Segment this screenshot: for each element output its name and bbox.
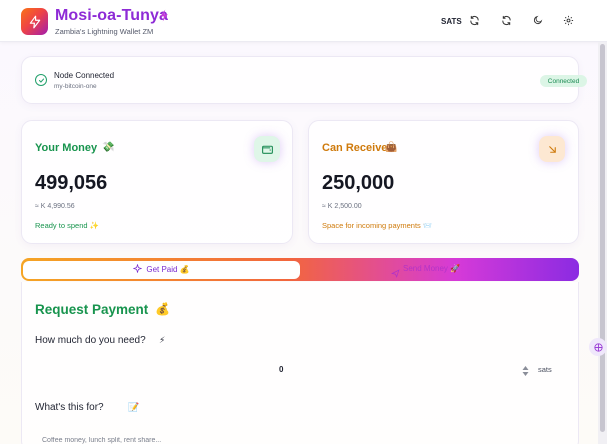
description-input[interactable] <box>35 428 567 444</box>
payment-tabs: Get Paid 💰 Send Money 🚀 <box>21 258 579 281</box>
amount-emoji: ⚡ <box>159 335 166 345</box>
balance-card: Your Money 💸 499,056 ≈ K 4,990.56 Ready … <box>21 120 293 244</box>
app-title: Mosi-oa-Tunya <box>55 7 169 24</box>
receive-fiat: ≈ K 2,500.00 <box>322 203 362 210</box>
wallet-icon <box>254 136 280 162</box>
moon-icon[interactable] <box>532 14 544 26</box>
memo-emoji: 📝 <box>128 402 140 412</box>
balance-label: Your Money <box>35 142 98 154</box>
receive-emoji: 👜 <box>385 142 398 153</box>
request-payment-form: Request Payment 💰 How much do you need? … <box>21 282 579 444</box>
receive-note: Space for incoming payments 📨 <box>322 221 433 230</box>
sync-icon[interactable] <box>500 14 512 26</box>
refresh-icon[interactable] <box>468 14 480 26</box>
top-bar: Mosi-oa-Tunya Zambia's Lightning Wallet … <box>0 0 607 42</box>
node-name: my-bitcoin-one <box>54 83 97 90</box>
amount-value: 0 <box>279 365 284 374</box>
gear-icon[interactable] <box>562 14 574 26</box>
sparkle-icon <box>132 263 143 275</box>
money-emoji: 💸 <box>102 142 115 153</box>
tab-get-paid-label: Get Paid 💰 <box>146 265 190 274</box>
app-subtitle: Zambia's Lightning Wallet ZM <box>55 27 154 36</box>
tab-get-paid[interactable]: Get Paid 💰 <box>23 260 300 279</box>
connected-badge: Connected <box>540 75 587 87</box>
check-circle-icon <box>35 74 47 86</box>
balance-value: 499,056 <box>35 172 108 194</box>
balance-note: Ready to spend ✨ <box>35 221 99 230</box>
amount-unit: sats <box>538 365 552 374</box>
lightning-logo-icon <box>21 8 48 35</box>
brain-icon[interactable] <box>589 338 607 356</box>
money-bag-icon: 💰 <box>155 302 170 316</box>
form-title: Request Payment <box>35 302 149 317</box>
node-status-text: Node Connected <box>54 71 115 80</box>
receive-capacity-card: Can Receive 👜 250,000 ≈ K 2,500.00 Space… <box>308 120 579 244</box>
amount-stepper[interactable] <box>522 364 529 382</box>
node-status-card: Node Connected my-bitcoin-one Connected <box>21 56 587 104</box>
balance-fiat: ≈ K 4,990.56 <box>35 203 75 210</box>
amount-label: How much do you need? <box>35 335 146 346</box>
description-label: What's this for? <box>35 402 104 413</box>
scrollbar-thumb[interactable] <box>600 44 605 432</box>
amount-input[interactable] <box>35 356 567 382</box>
unit-toggle-button[interactable]: SATS <box>441 17 462 26</box>
tab-send-money[interactable]: Send Money 🚀 <box>403 264 460 273</box>
send-icon <box>391 265 400 283</box>
receive-label: Can Receive <box>322 142 388 154</box>
receive-value: 250,000 <box>322 172 395 194</box>
arrow-down-right-icon <box>539 136 565 162</box>
bolt-icon <box>159 9 169 27</box>
